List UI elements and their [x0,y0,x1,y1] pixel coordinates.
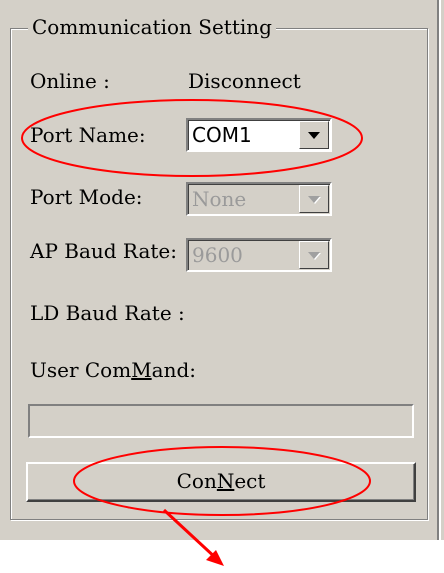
annotation-arrow-line [162,508,220,562]
annotation-overlay [21,99,371,566]
highlight-ellipse-connect [73,446,371,516]
highlight-ellipse-port-name [21,99,363,177]
